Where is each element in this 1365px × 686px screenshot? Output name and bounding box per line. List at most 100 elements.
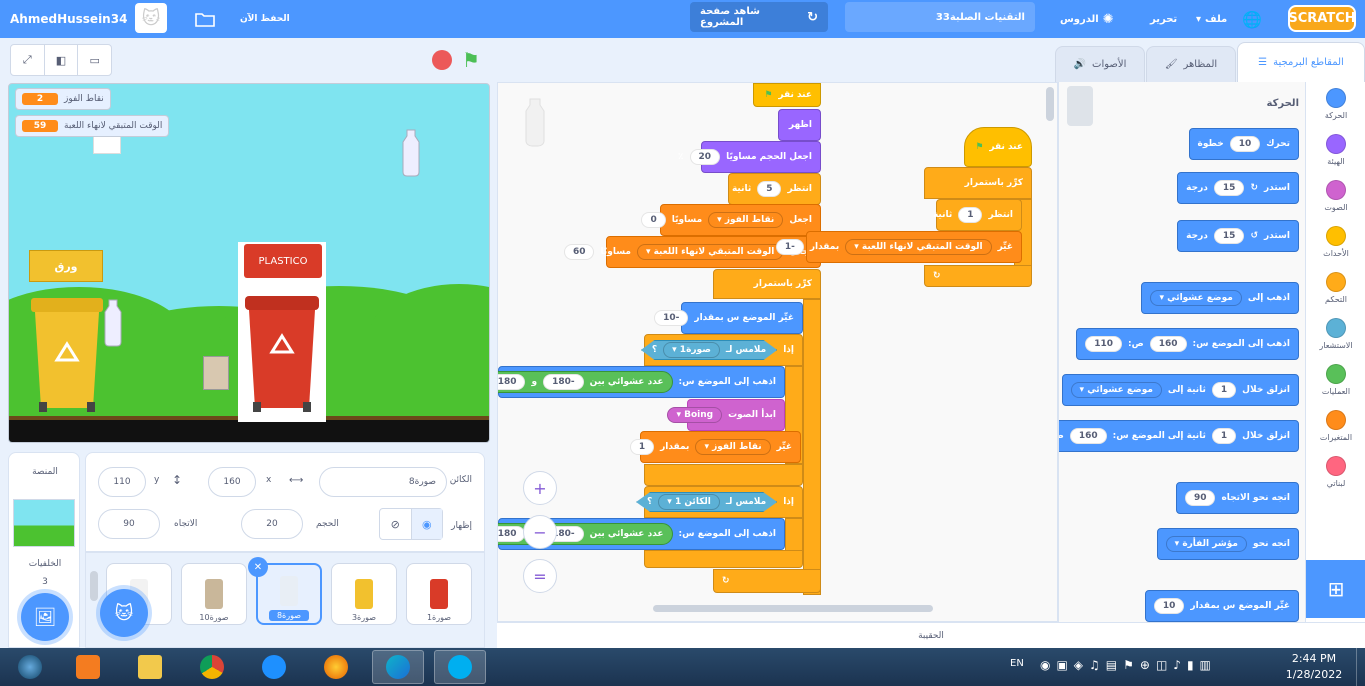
show-sprite-button[interactable]: ◉ (411, 509, 442, 539)
turn-left-block[interactable]: استدر ↺ 15 درجة (1177, 220, 1299, 252)
taskbar-skype[interactable] (434, 650, 486, 684)
tab-costumes[interactable]: 🖌 المظاهر (1146, 46, 1236, 82)
point-towards-dropdown[interactable]: مؤشر الفأرة ▾ (1165, 536, 1247, 552)
move-steps-block[interactable]: تحرك 10 خطوة (1188, 128, 1299, 160)
goto-dropdown[interactable]: موضع عشوائي ▾ (1150, 290, 1242, 306)
block-input[interactable]: 180 (498, 526, 526, 542)
time-monitor[interactable]: الوقت المتبقي لانهاء اللعبة 59 (15, 115, 170, 137)
block-input[interactable]: 1 (1211, 428, 1237, 444)
taskbar-chrome[interactable] (186, 650, 238, 684)
plastic-bottle-sprite[interactable] (399, 128, 423, 178)
language-indicator[interactable]: EN (1010, 658, 1024, 669)
change-time-var-block[interactable]: غيِّر الوقت المتبقي لانهاء اللعبة ▾ بمقد… (775, 231, 1022, 263)
tab-sounds[interactable]: 🔊 الأصوات (1055, 46, 1145, 82)
stage-thumbnail[interactable] (13, 499, 75, 547)
block-input[interactable]: 15 (1213, 180, 1245, 196)
block-input[interactable]: 10 (1153, 598, 1185, 614)
delete-sprite-icon[interactable]: ✕ (248, 557, 268, 577)
when-flag-clicked-hat[interactable]: عند نقر ⚑ (964, 127, 1032, 167)
forever-block[interactable]: كرِّر باستمرار (924, 167, 1032, 199)
forever-block[interactable]: كرِّر باستمرار (713, 269, 821, 299)
backpack-header[interactable]: الحقيبة (497, 622, 1365, 648)
category-4[interactable]: الأحداث (1306, 226, 1365, 258)
choose-backdrop-button[interactable]: 🖼 (21, 593, 69, 641)
category-2[interactable]: الهيئة (1306, 134, 1365, 166)
save-now-button[interactable]: الحفظ الآن (240, 8, 290, 30)
block-input[interactable]: -10 (654, 310, 689, 326)
tab-code[interactable]: ☰ المقاطع البرمجية (1237, 42, 1365, 82)
block-input[interactable]: 1 (958, 207, 983, 223)
sprite-tile[interactable]: صورة10 (181, 563, 247, 625)
touching1-condition[interactable]: ملامس لـ صورة1 ▾ ؟ (640, 340, 778, 360)
edit-menu[interactable]: تحرير (1150, 8, 1177, 30)
category-6[interactable]: الاستشعار (1306, 318, 1365, 350)
goto-xy-block[interactable]: اذهب إلى الموضع س: 160 ص: 110 (1076, 328, 1299, 360)
stage-canvas[interactable]: ورق PLASTICO نقاط الفوز 2 الوقت المتبقي … (8, 83, 490, 443)
sprite-tile[interactable]: صورة1 (406, 563, 472, 625)
block-input[interactable]: 10 (1229, 136, 1261, 152)
sprite-name-input[interactable]: صورة8 (319, 467, 447, 497)
goto-random-block[interactable]: اذهب إلى موضع عشوائي ▾ (1141, 282, 1299, 314)
category-9[interactable]: لبناتي (1306, 456, 1365, 488)
random-operator[interactable]: عدد عشوائي بين -180 و 180 (498, 371, 673, 393)
sprite-tile[interactable]: صورة8 ✕ (248, 557, 322, 625)
taskbar-firefox[interactable] (310, 650, 362, 684)
taskbar-ie[interactable] (248, 650, 300, 684)
taskbar-explorer[interactable] (124, 650, 176, 684)
touching2-condition[interactable]: ملامس لـ الكائن 1 ▾ ؟ (636, 492, 778, 512)
wait-block[interactable]: انتظر 5 ثانية (728, 173, 821, 205)
set-var1-block[interactable]: اجعل نقاط الفوز ▾ مساويًا 0 (641, 204, 821, 236)
workspace-hscroll[interactable] (653, 605, 933, 612)
block-input[interactable]: -180 (543, 374, 584, 390)
glide-random-block[interactable]: انزلق خلال 1 ثانية إلى موضع عشوائي ▾ (1061, 374, 1299, 406)
block-input[interactable]: 160 (1069, 428, 1107, 444)
sprite-list-scrollbar[interactable] (90, 571, 98, 601)
block-input[interactable]: 0 (641, 212, 666, 228)
touching1-dropdown[interactable]: صورة1 ▾ (663, 342, 720, 358)
block-input[interactable]: 160 (1149, 336, 1187, 352)
taskbar-media-player[interactable] (62, 650, 114, 684)
stop-button[interactable] (432, 50, 452, 70)
folder-icon[interactable] (195, 8, 215, 30)
language-menu[interactable]: 🌐 (1242, 8, 1262, 30)
point-towards-block[interactable]: اتجه نحو مؤشر الفأرة ▾ (1156, 528, 1299, 560)
start-button[interactable] (4, 650, 56, 684)
block-input[interactable]: 1 (1211, 382, 1237, 398)
category-8[interactable]: المتغيرات (1306, 410, 1365, 442)
zoom-in-button[interactable]: + (523, 471, 557, 505)
category-5[interactable]: التحكم (1306, 272, 1365, 304)
category-1[interactable]: الحركة (1306, 88, 1365, 120)
scratch-logo[interactable]: SCRATCH (1288, 5, 1356, 32)
hide-sprite-button[interactable]: ⊘ (380, 509, 412, 539)
large-stage-button[interactable]: ▭ (78, 45, 111, 75)
point-direction-block[interactable]: اتجه نحو الاتجاه 90 (1175, 482, 1299, 514)
taskbar-edge[interactable] (372, 650, 424, 684)
play-sound-block[interactable]: ابدأ الصوت Boing ▾ (667, 399, 785, 431)
turn-right-block[interactable]: استدر ↻ 15 درجة (1177, 172, 1299, 204)
block-input[interactable]: 180 (498, 374, 526, 390)
project-title-input[interactable]: التقنيات الصلبة33 (845, 2, 1035, 32)
touching2-dropdown[interactable]: الكائن 1 ▾ (658, 494, 720, 510)
see-project-page-button[interactable]: شاهد صفحة المشروع ↻ (690, 2, 828, 32)
block-input[interactable]: 20 (689, 149, 721, 165)
fullscreen-button[interactable]: ⤢ (11, 45, 45, 75)
show-desktop-button[interactable] (1356, 648, 1365, 686)
block-input[interactable]: 90 (1184, 490, 1216, 506)
clock-date[interactable]: 1/28/2022 (1280, 668, 1348, 681)
change-var-dropdown[interactable]: نقاط الفوز ▾ (695, 439, 771, 455)
tray-icons[interactable]: ◉▣◈♫▤⚑⊕◫♪▮▥ (1040, 658, 1217, 672)
choose-sprite-button[interactable]: 🐱 (100, 589, 148, 637)
small-stage-button[interactable]: ◧ (45, 45, 79, 75)
block-input[interactable]: 110 (1085, 336, 1123, 352)
if-touching1-block[interactable]: إذا ملامس لـ صورة1 ▾ ؟ (640, 334, 803, 366)
stage-target-panel[interactable]: المنصة الخلفيات 3 🖼 (8, 452, 80, 648)
plastic-bottle-sprite[interactable] (101, 298, 125, 348)
glide-dropdown[interactable]: موضع عشوائي ▾ (1070, 382, 1162, 398)
account-menu[interactable]: AhmedHussein34 ▾ (10, 8, 157, 30)
size-input[interactable]: 20 (241, 509, 303, 539)
var1-dropdown[interactable]: نقاط الفوز ▾ (708, 212, 784, 228)
paper-sprite[interactable] (203, 356, 229, 390)
green-flag-button[interactable]: ⚑ (462, 48, 480, 72)
goto-random-xy-block[interactable]: اذهب إلى الموضع س: عدد عشوائي بين -180 و… (498, 366, 785, 398)
glide-xy-block[interactable]: انزلق خلال 1 ثانية إلى الموضع س: 160 ص: … (1059, 420, 1299, 452)
